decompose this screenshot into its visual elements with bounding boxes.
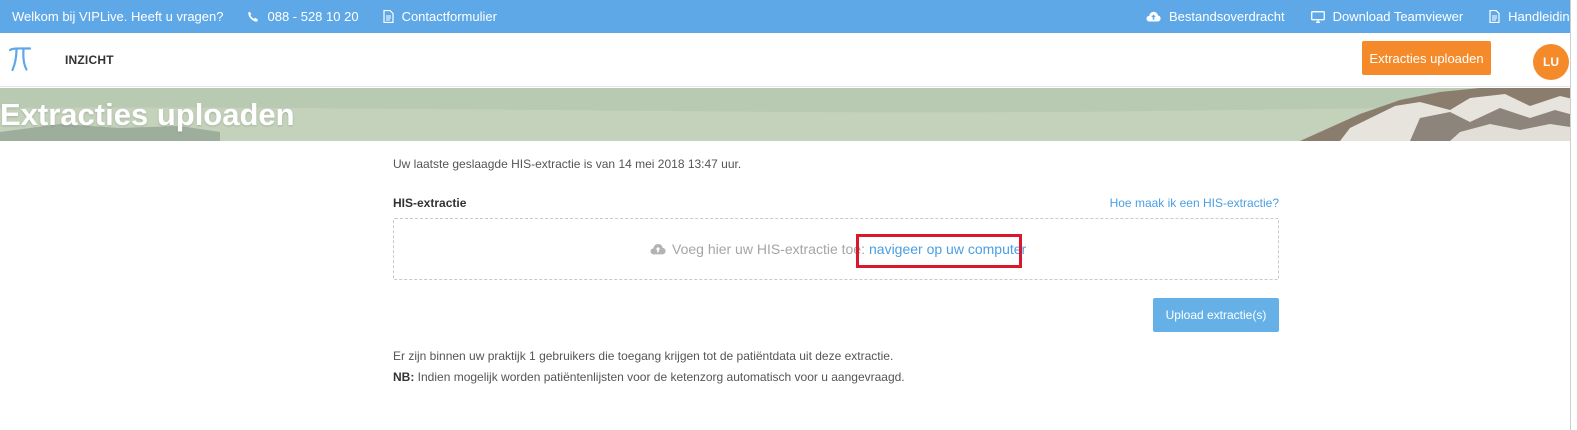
top-info-left: Welkom bij VIPLive. Heeft u vragen? 088 … [0,9,521,24]
dropzone-text-row: Voeg hier uw HIS-extractie toe: navigeer… [650,241,1026,257]
phone-number: 088 - 528 10 20 [267,9,359,24]
his-extract-label: HIS-extractie [393,196,467,210]
file-transfer-link[interactable]: Bestandsoverdracht [1146,9,1285,24]
manuals-label: Handleidingen [1508,9,1577,24]
document-icon [1489,10,1500,23]
users-access-note: Er zijn binnen uw praktijk 1 gebruikers … [393,349,894,363]
file-dropzone[interactable]: Voeg hier uw HIS-extractie toe: navigeer… [393,218,1279,280]
file-transfer-label: Bestandsoverdracht [1169,9,1285,24]
nb-text: Indien mogelijk worden patiëntenlijsten … [417,370,905,384]
phone-icon [248,11,259,22]
upload-extractions-nav-button[interactable]: Extracties uploaden [1362,41,1491,75]
main-navbar: INZICHT Extracties uploaden LU [0,33,1577,87]
how-to-extract-link[interactable]: Hoe maak ik een HIS-extractie? [1110,196,1279,210]
browse-computer-link[interactable]: navigeer op uw computer [869,241,1026,257]
top-info-right: Bestandsoverdracht Download Teamviewer H… [1146,0,1577,33]
nav-item-inzicht[interactable]: INZICHT [65,53,114,67]
pi-logo-icon[interactable] [9,45,31,73]
manuals-link[interactable]: Handleidingen [1489,9,1577,24]
phone-link[interactable]: 088 - 528 10 20 [247,9,359,24]
document-icon [382,10,394,23]
teamviewer-link[interactable]: Download Teamviewer [1310,9,1464,24]
monitor-icon [1310,10,1325,23]
last-extract-info: Uw laatste geslaagde HIS-extractie is va… [393,157,742,171]
page-title: Extracties uploaden [0,97,295,132]
upload-extraction-button[interactable]: Upload extractie(s) [1153,298,1279,332]
contact-form-label: Contactformulier [401,9,497,24]
cloud-upload-icon [650,243,666,255]
top-info-bar: Welkom bij VIPLive. Heeft u vragen? 088 … [0,0,1577,33]
teamviewer-label: Download Teamviewer [1332,9,1464,24]
hero-banner: Extracties uploaden [0,88,1577,141]
nb-note: NB: Indien mogelijk worden patiëntenlijs… [393,370,905,384]
dropzone-hint: Voeg hier uw HIS-extractie toe: [672,241,865,257]
window-right-edge [1570,0,1577,430]
welcome-text: Welkom bij VIPLive. Heeft u vragen? [12,9,224,24]
user-avatar[interactable]: LU [1533,44,1569,80]
cloud-upload-icon [1146,11,1161,22]
nb-label: NB: [393,370,415,384]
contact-form-link[interactable]: Contactformulier [382,9,497,24]
